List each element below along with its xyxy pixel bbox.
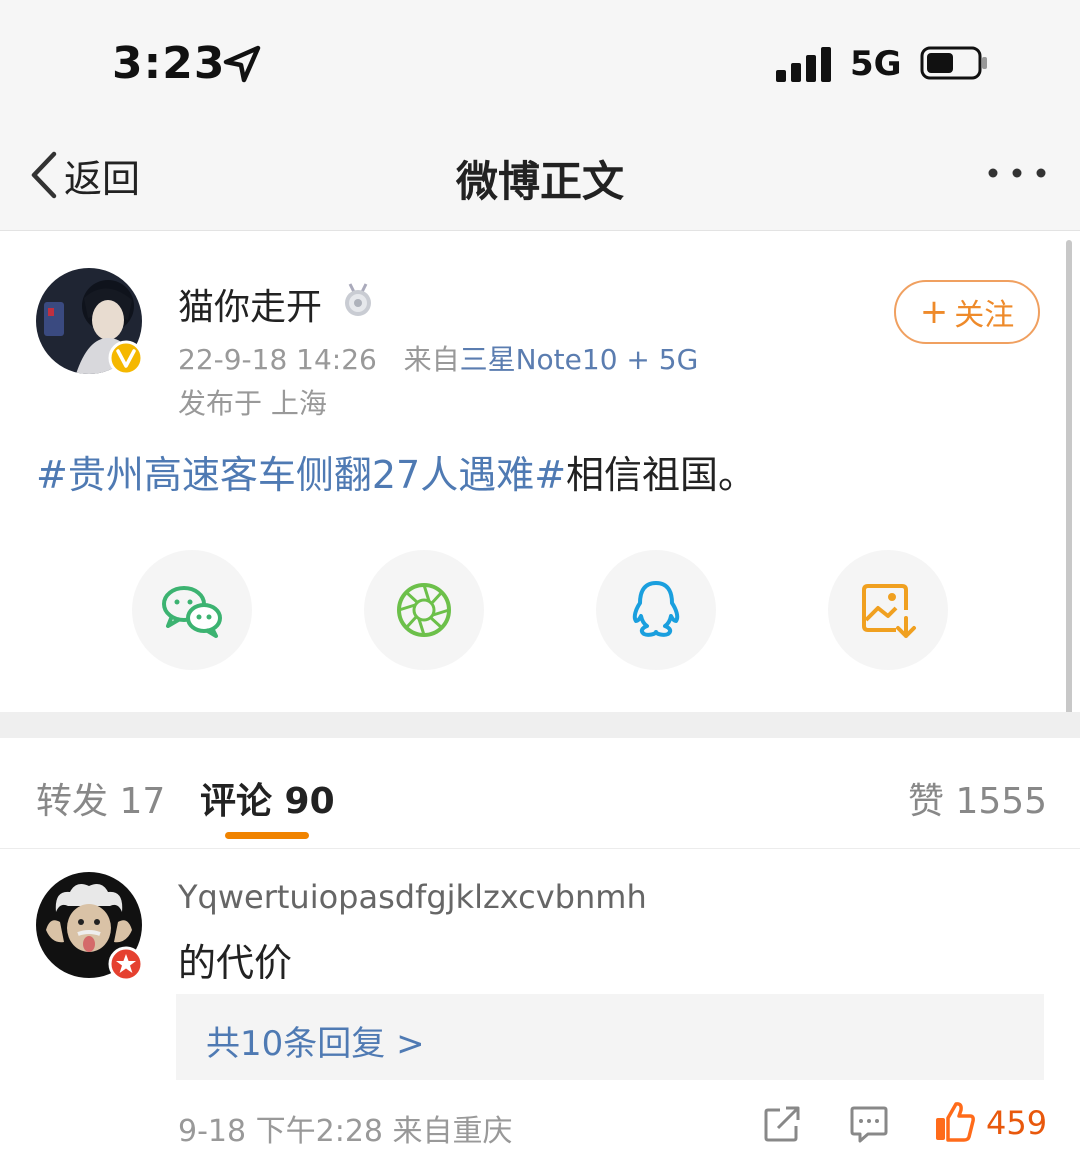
battery-icon [920, 46, 987, 80]
scrollbar[interactable] [1066, 240, 1072, 716]
network-type: 5G [850, 44, 902, 84]
follow-label: 关注 [954, 298, 1015, 333]
reply-comment-icon[interactable] [848, 1104, 890, 1144]
qq-icon [632, 581, 680, 637]
tab-reposts[interactable]: 转发 17 [36, 772, 165, 824]
medal-icon [345, 283, 371, 316]
like-icon[interactable] [932, 1100, 976, 1144]
post-meta: 22-9-18 14:26 来自三星Note10 + 5G [178, 338, 698, 378]
share-comment-icon[interactable] [762, 1104, 802, 1144]
share-wechat-button[interactable] [132, 550, 252, 670]
like-count: 459 [986, 1104, 1048, 1142]
follow-button[interactable]: + 关注 [894, 280, 1040, 344]
save-image-icon [862, 584, 916, 638]
location-arrow-icon [223, 45, 261, 83]
post-body: 相信祖国。 [566, 453, 757, 497]
comment-meta: 9-18 下午2:28 来自重庆 [178, 1114, 513, 1149]
verified-badge-icon [108, 340, 144, 376]
active-tab-indicator [225, 832, 309, 839]
tab-comments[interactable]: 评论 90 [200, 772, 335, 824]
post-date: 22-9-18 14:26 [178, 343, 377, 376]
signal-icon [776, 46, 834, 82]
more-icon[interactable] [986, 158, 1048, 188]
share-moments-button[interactable] [364, 550, 484, 670]
section-divider [0, 712, 1080, 738]
member-badge-icon [108, 946, 144, 982]
share-qq-button[interactable] [596, 550, 716, 670]
post-source-prefix: 来自 [403, 343, 460, 376]
comment-text: 的代价 [178, 941, 293, 985]
commenter-name[interactable]: Yqwertuiopasdfgjklzxcvbnmh [178, 878, 647, 916]
status-time: 3:23 [112, 38, 226, 89]
post-source[interactable]: 三星Note10 + 5G [460, 343, 699, 376]
tabs-divider [0, 848, 1080, 849]
view-replies-link[interactable]: 共10条回复 > [206, 1016, 425, 1065]
hashtag-link[interactable]: #贵州高速客车侧翻27人遇难# [36, 453, 566, 497]
save-image-button[interactable] [828, 550, 948, 670]
post-text: #贵州高速客车侧翻27人遇难#相信祖国。 [36, 444, 756, 499]
moments-icon [397, 583, 451, 637]
page-title: 微博正文 [455, 157, 624, 206]
author-name[interactable]: 猫你走开 [178, 278, 322, 330]
tab-likes[interactable]: 赞 1555 [908, 772, 1047, 824]
plus-icon: + [919, 292, 949, 332]
post-location: 发布于 上海 [178, 387, 327, 420]
wechat-icon [162, 586, 222, 638]
